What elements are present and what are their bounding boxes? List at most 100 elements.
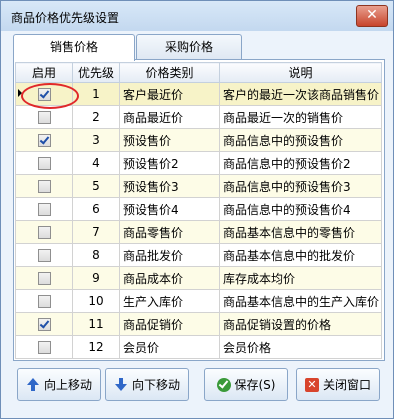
enabled-cell [15, 174, 73, 198]
description-cell: 商品基本信息中的批发价 [219, 243, 382, 267]
table-row[interactable]: 2 商品最近价 商品最近一次的销售价 [15, 105, 382, 129]
priority-cell: 6 [72, 197, 120, 221]
description-cell: 商品信息中的预设售价2 [219, 151, 382, 175]
priority-cell: 4 [72, 151, 120, 175]
priority-cell: 8 [72, 243, 120, 267]
enabled-checkbox[interactable] [37, 203, 51, 216]
enabled-cell [15, 82, 73, 106]
save-button[interactable]: 保存(S) [204, 368, 288, 401]
enabled-cell [15, 335, 73, 359]
table-row[interactable]: 11 商品促销价 商品促销设置的价格 [15, 312, 382, 336]
price-priority-grid: 启用 优先级 价格类别 说明 1 客户最近价 客户的最近一次该商品销售价 2 商品最近价… [15, 62, 382, 359]
table-row[interactable]: 5 预设售价3 商品信息中的预设售价3 [15, 174, 382, 198]
tab-bar: 销售价格 采购价格 [13, 34, 385, 61]
table-row[interactable]: 3 预设售价 商品信息中的预设售价 [15, 128, 382, 152]
enabled-checkbox[interactable] [37, 111, 51, 124]
priority-cell: 11 [72, 312, 120, 336]
category-cell: 商品批发价 [119, 243, 220, 267]
enabled-checkbox[interactable] [37, 295, 51, 308]
move-up-label: 向上移动 [43, 378, 92, 392]
category-cell: 客户最近价 [119, 82, 220, 106]
enabled-cell [15, 220, 73, 244]
tab-sales-price[interactable]: 销售价格 [13, 34, 135, 61]
close-window-button[interactable]: ✕ [356, 5, 388, 27]
category-cell: 预设售价 [119, 128, 220, 152]
table-row[interactable]: 12 会员价 会员价格 [15, 335, 382, 359]
category-cell: 商品促销价 [119, 312, 220, 336]
check-icon [216, 377, 231, 392]
priority-cell: 3 [72, 128, 120, 152]
enabled-cell [15, 151, 73, 175]
close-dialog-button[interactable]: ✕ 关闭窗口 [296, 368, 380, 401]
enabled-checkbox[interactable] [37, 180, 51, 193]
close-icon: ✕ [304, 377, 319, 392]
priority-cell: 10 [72, 289, 120, 313]
description-cell: 商品基本信息中的生产入库价 [219, 289, 382, 313]
tab-panel: 启用 优先级 价格类别 说明 1 客户最近价 客户的最近一次该商品销售价 2 商品最近价… [13, 59, 385, 361]
description-cell: 商品基本信息中的零售价 [219, 220, 382, 244]
enabled-checkbox[interactable] [37, 249, 51, 262]
window-title: 商品价格优先级设置 [11, 11, 120, 25]
category-cell: 商品零售价 [119, 220, 220, 244]
description-cell: 商品信息中的预设售价4 [219, 197, 382, 221]
priority-cell: 5 [72, 174, 120, 198]
column-header-description[interactable]: 说明 [219, 62, 382, 83]
enabled-checkbox[interactable] [37, 88, 51, 101]
enabled-cell [15, 289, 73, 313]
grid-header-row: 启用 优先级 价格类别 说明 [15, 62, 382, 83]
enabled-checkbox[interactable] [37, 318, 51, 331]
dialog-window: 商品价格优先级设置 ✕ 销售价格 采购价格 启用 优先级 价格类别 说明 1 客户… [0, 0, 394, 419]
enabled-checkbox[interactable] [37, 341, 51, 354]
priority-cell: 2 [72, 105, 120, 129]
enabled-checkbox[interactable] [37, 134, 51, 147]
category-cell: 预设售价3 [119, 174, 220, 198]
save-label: 保存(S) [234, 378, 276, 392]
arrow-up-icon [26, 377, 40, 392]
description-cell: 商品信息中的预设售价3 [219, 174, 382, 198]
move-up-button[interactable]: 向上移动 [17, 368, 101, 401]
category-cell: 商品成本价 [119, 266, 220, 290]
enabled-cell [15, 197, 73, 221]
category-cell: 会员价 [119, 335, 220, 359]
category-cell: 生产入库价 [119, 289, 220, 313]
enabled-cell [15, 105, 73, 129]
enabled-cell [15, 266, 73, 290]
table-row[interactable]: 1 客户最近价 客户的最近一次该商品销售价 [15, 82, 382, 106]
current-row-indicator-icon [18, 89, 22, 97]
category-cell: 预设售价2 [119, 151, 220, 175]
priority-cell: 7 [72, 220, 120, 244]
column-header-enabled[interactable]: 启用 [15, 62, 73, 83]
priority-cell: 1 [72, 82, 120, 106]
column-header-category[interactable]: 价格类别 [119, 62, 220, 83]
table-row[interactable]: 9 商品成本价 库存成本均价 [15, 266, 382, 290]
priority-cell: 12 [72, 335, 120, 359]
title-bar[interactable]: 商品价格优先级设置 ✕ [1, 1, 393, 31]
column-header-priority[interactable]: 优先级 [72, 62, 120, 83]
grid-body: 1 客户最近价 客户的最近一次该商品销售价 2 商品最近价 商品最近一次的销售价 3 预设售价… [15, 82, 382, 359]
tab-purchase-price[interactable]: 采购价格 [136, 34, 242, 59]
description-cell: 商品促销设置的价格 [219, 312, 382, 336]
table-row[interactable]: 8 商品批发价 商品基本信息中的批发价 [15, 243, 382, 267]
close-label: 关闭窗口 [322, 378, 371, 392]
priority-cell: 9 [72, 266, 120, 290]
table-row[interactable]: 7 商品零售价 商品基本信息中的零售价 [15, 220, 382, 244]
table-row[interactable]: 6 预设售价4 商品信息中的预设售价4 [15, 197, 382, 221]
description-cell: 会员价格 [219, 335, 382, 359]
table-row[interactable]: 10 生产入库价 商品基本信息中的生产入库价 [15, 289, 382, 313]
category-cell: 预设售价4 [119, 197, 220, 221]
enabled-checkbox[interactable] [37, 157, 51, 170]
description-cell: 库存成本均价 [219, 266, 382, 290]
description-cell: 商品最近一次的销售价 [219, 105, 382, 129]
enabled-cell [15, 243, 73, 267]
move-down-label: 向下移动 [131, 378, 180, 392]
description-cell: 客户的最近一次该商品销售价 [219, 82, 382, 106]
category-cell: 商品最近价 [119, 105, 220, 129]
move-down-button[interactable]: 向下移动 [105, 368, 189, 401]
enabled-checkbox[interactable] [37, 226, 51, 239]
arrow-down-icon [114, 377, 128, 392]
enabled-checkbox[interactable] [37, 272, 51, 285]
table-row[interactable]: 4 预设售价2 商品信息中的预设售价2 [15, 151, 382, 175]
enabled-cell [15, 312, 73, 336]
description-cell: 商品信息中的预设售价 [219, 128, 382, 152]
enabled-cell [15, 128, 73, 152]
